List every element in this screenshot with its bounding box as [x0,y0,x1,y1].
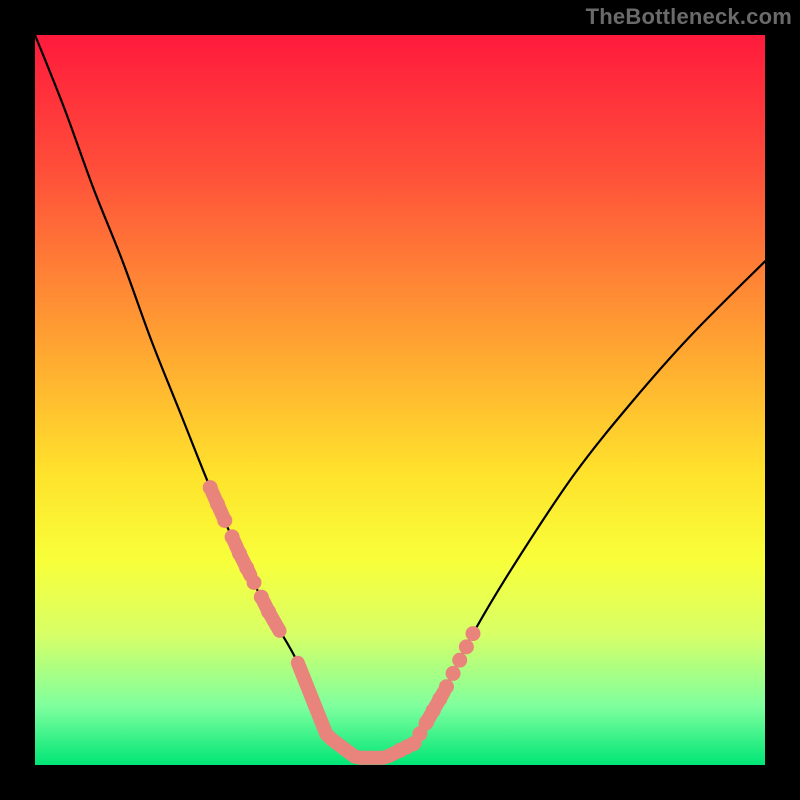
curve-marker-dot [466,626,481,641]
curve-marker-dot [459,639,474,654]
curve-marker-dot [261,604,276,619]
curve-marker-run [298,663,400,758]
curve-marker-dot [225,529,240,544]
watermark-text: TheBottleneck.com [586,4,792,30]
plot-area [35,35,765,765]
curve-marker-dot [247,575,262,590]
curve-marker-dot [217,513,232,528]
curve-marker-dot [210,497,225,512]
curve-marker-dot [452,653,467,668]
curve-svg [35,35,765,765]
chart-frame: TheBottleneck.com [0,0,800,800]
marker-layer [203,480,481,758]
curve-marker-dot [232,546,247,561]
curve-marker-dot [446,666,461,681]
curve-marker-dot [239,560,254,575]
curve-marker-dot [439,679,454,694]
curve-marker-dot [254,590,269,605]
curve-marker-dot [203,480,218,495]
bottleneck-curve [35,35,765,760]
